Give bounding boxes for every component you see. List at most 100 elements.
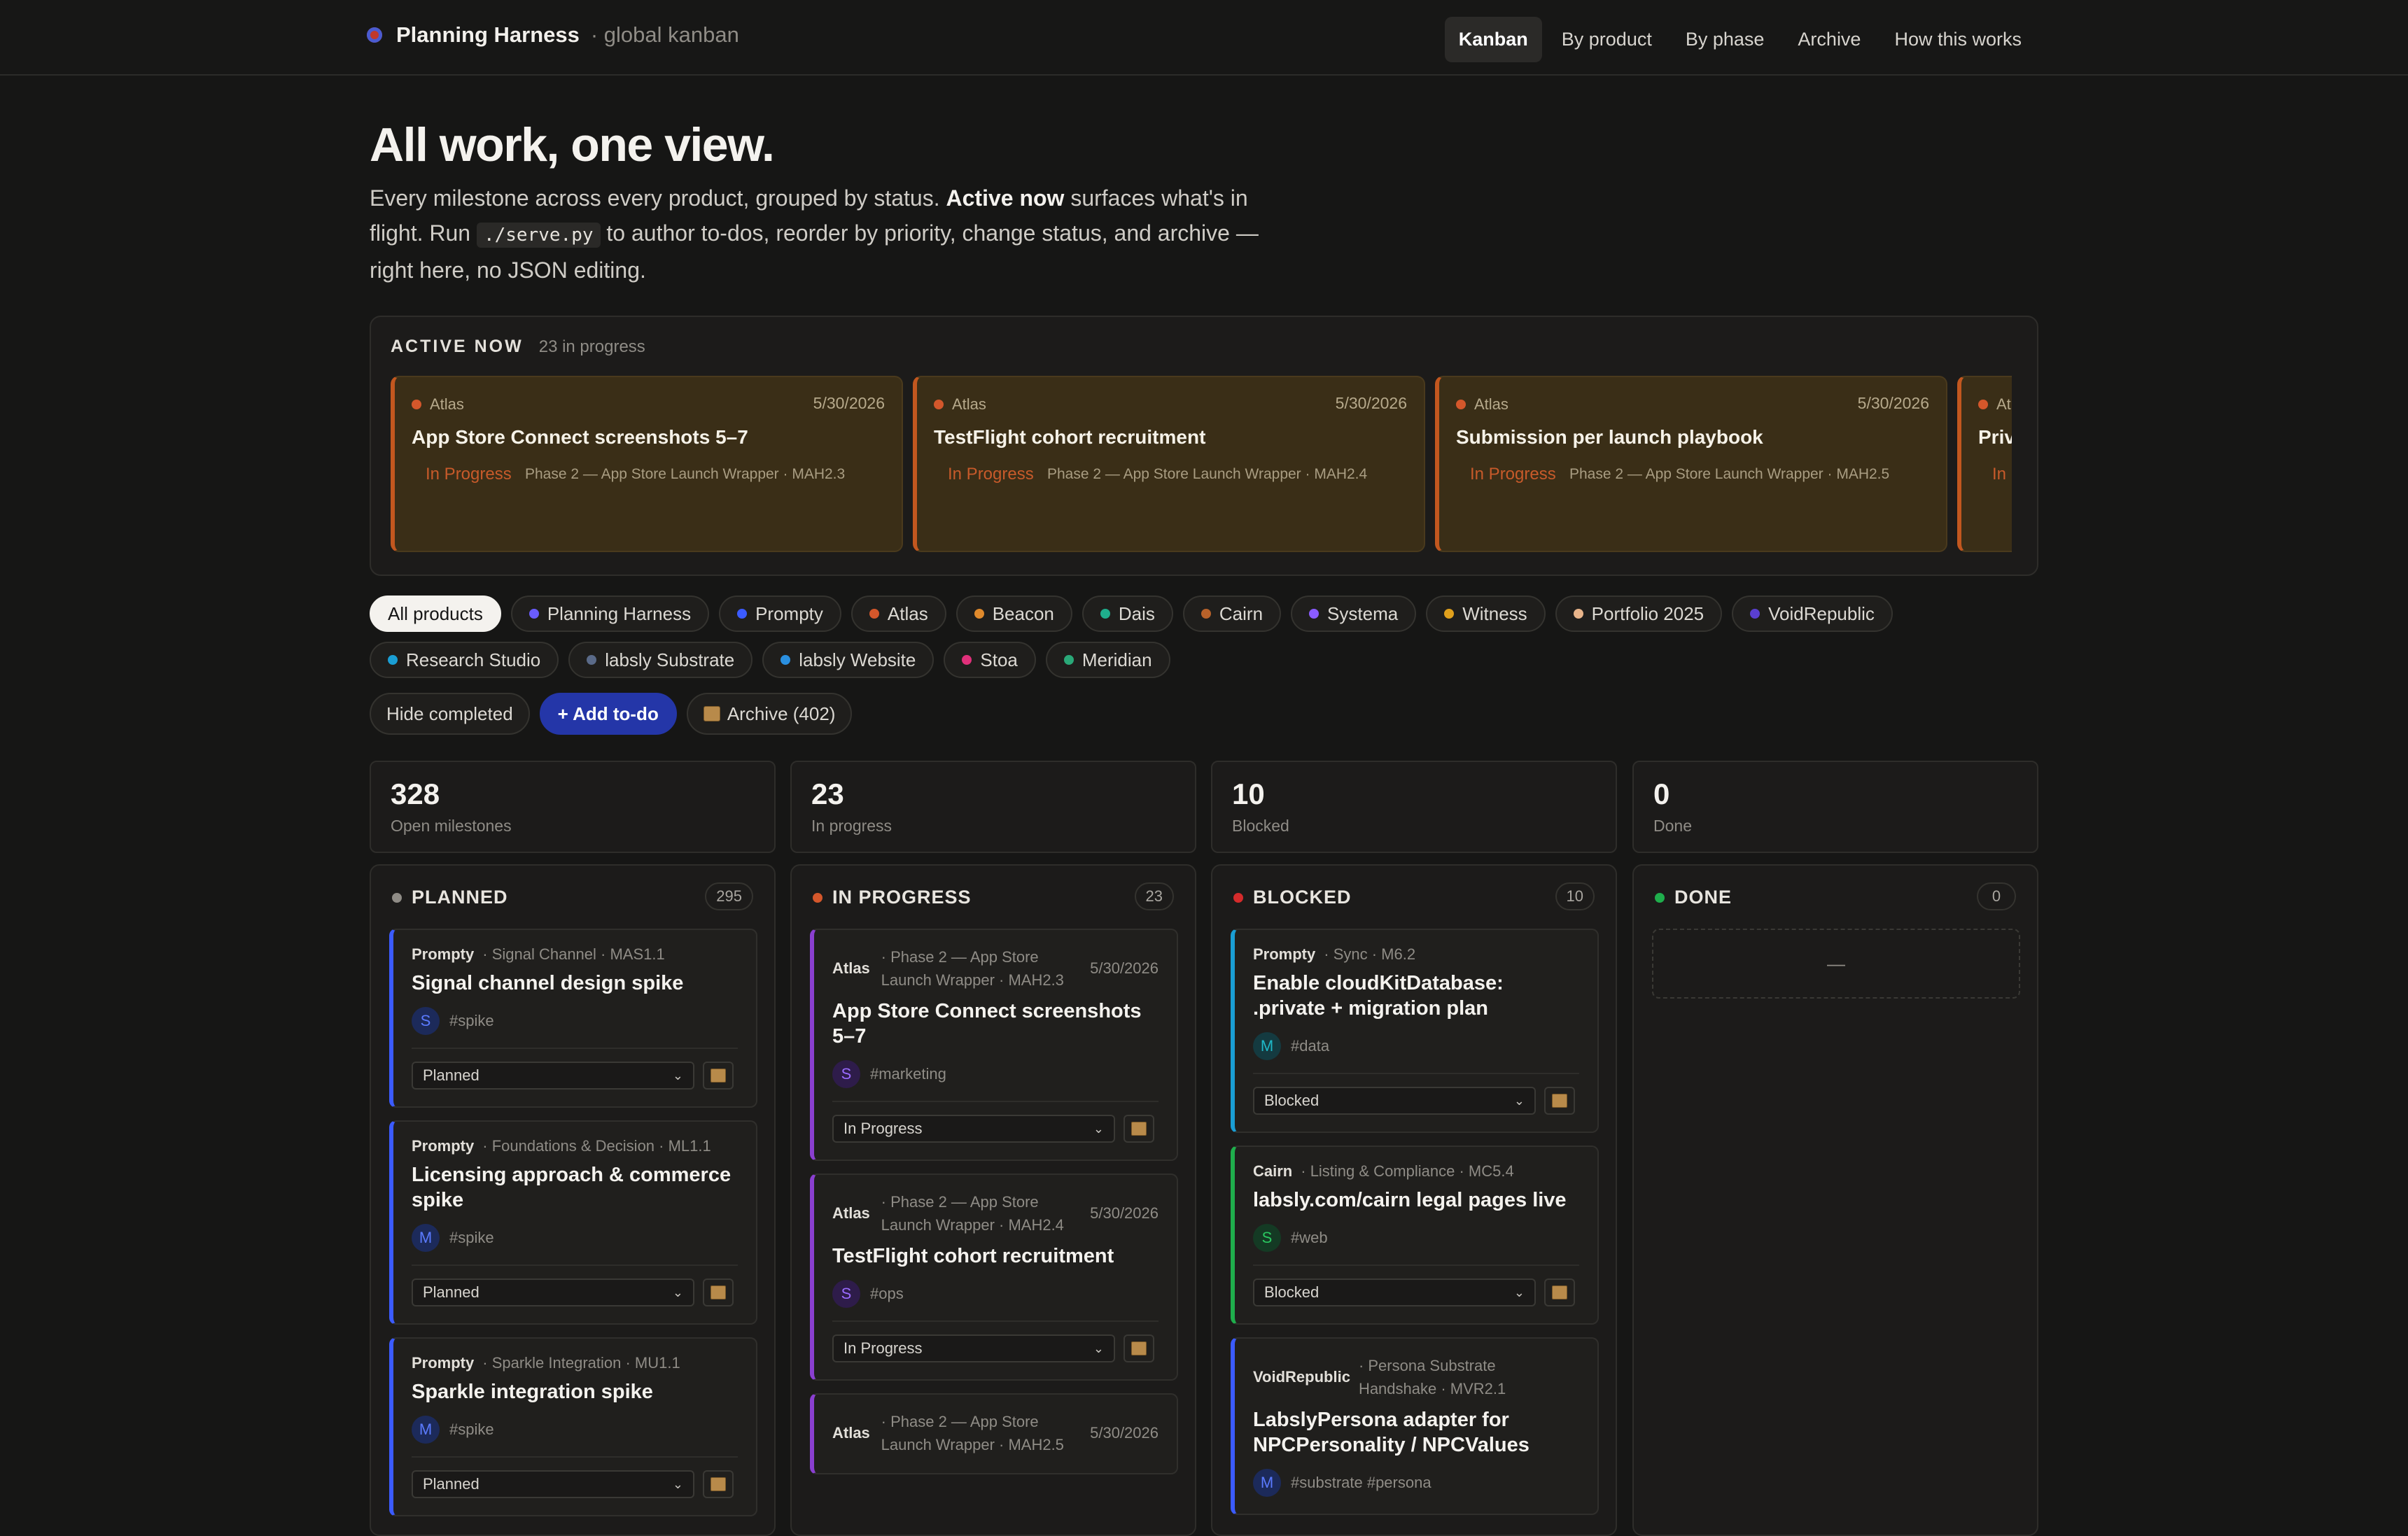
filter-pill-label: VoidRepublic (1768, 603, 1875, 624)
nav-how-this-works[interactable]: How this works (1880, 17, 2036, 62)
status-select[interactable]: In Progress ⌄ (832, 1115, 1115, 1143)
nav-by-phase[interactable]: By phase (1672, 17, 1779, 62)
filter-pill-label: Planning Harness (547, 603, 692, 624)
archive-box-icon (710, 1285, 726, 1299)
filter-pill[interactable]: Planning Harness (510, 596, 710, 632)
filter-pill[interactable]: labsly Website (762, 642, 934, 678)
card-title: Signal channel design spike (412, 972, 684, 994)
archive-card-button[interactable] (1124, 1334, 1154, 1362)
active-card-date: 5/30/2026 (813, 394, 885, 412)
filter-pill[interactable]: Prompty (719, 596, 841, 632)
active-card[interactable]: Atlas 5/30/2026 Submission per launch pl… (1435, 376, 1947, 552)
archive-card-button[interactable] (1124, 1115, 1154, 1143)
filter-pill[interactable]: Systema (1291, 596, 1417, 632)
filter-pill[interactable]: All products (370, 596, 501, 632)
active-card[interactable]: Atlas Privacy In Progress (1957, 376, 2012, 552)
status-select-value: Blocked (1264, 1283, 1320, 1301)
status-select[interactable]: Planned ⌄ (412, 1470, 694, 1498)
product-dot-icon (974, 609, 984, 619)
hide-completed-button[interactable]: Hide completed (370, 693, 530, 735)
filter-pill-label: Portfolio 2025 (1591, 603, 1704, 624)
milestone-card[interactable]: VoidRepublic · Persona Substrate Handshak… (1231, 1337, 1599, 1515)
status-select-value: Planned (423, 1475, 479, 1493)
card-meta: · Sync · M6.2 (1324, 945, 1416, 963)
milestone-card[interactable]: Atlas · Phase 2 — App Store Launch Wrappe… (810, 929, 1178, 1161)
stat-label: Blocked (1232, 817, 1289, 835)
filter-pill[interactable]: Research Studio (370, 642, 559, 678)
brand[interactable]: Planning Harness · global kanban (367, 22, 739, 48)
product-dot-icon (780, 655, 791, 665)
card-product: Prompty (1253, 945, 1316, 963)
filter-pill[interactable]: Beacon (955, 596, 1072, 632)
archive-button[interactable]: Archive (402) (686, 693, 853, 735)
brand-subtitle: · global kanban (590, 22, 739, 47)
nav-kanban[interactable]: Kanban (1444, 17, 1542, 62)
active-card-product: Atlas (1996, 395, 2012, 413)
archive-box-icon (703, 706, 720, 721)
product-dot-icon (869, 609, 879, 619)
status-select[interactable]: Blocked ⌄ (1253, 1278, 1536, 1306)
product-dot-icon (388, 655, 398, 665)
active-card[interactable]: Atlas 5/30/2026 App Store Connect screen… (391, 376, 903, 552)
filter-pill-label: Dais (1118, 603, 1155, 624)
status-select[interactable]: Planned ⌄ (412, 1278, 694, 1306)
column-count: 0 (1977, 882, 2016, 910)
product-dot-icon (934, 400, 944, 409)
column-count: 295 (705, 882, 753, 910)
filter-pill[interactable]: Stoa (944, 642, 1036, 678)
active-card-date: 5/30/2026 (1857, 394, 1929, 412)
card-title: Enable cloudKitDatabase: .private + migr… (1253, 972, 1504, 1020)
archive-card-button[interactable] (703, 1470, 734, 1498)
milestone-card[interactable]: Cairn · Listing & Compliance · MC5.4 labs… (1231, 1146, 1599, 1325)
filter-pill-label: Stoa (980, 649, 1018, 670)
filter-pill-label: Systema (1327, 603, 1399, 624)
archive-button-label: Archive (402) (727, 703, 836, 724)
milestone-card[interactable]: Atlas · Phase 2 — App Store Launch Wrappe… (810, 1393, 1178, 1474)
column-title: BLOCKED (1253, 887, 1352, 908)
stat-number: 23 (811, 777, 844, 810)
milestone-card[interactable]: Prompty · Foundations & Decision · ML1.1 … (389, 1120, 757, 1325)
milestone-card[interactable]: Atlas · Phase 2 — App Store Launch Wrappe… (810, 1174, 1178, 1381)
archive-card-button[interactable] (1544, 1087, 1575, 1115)
active-card-title: Submission per launch playbook (1456, 426, 1763, 448)
archive-box-icon (710, 1477, 726, 1491)
milestone-card[interactable]: Prompty · Sparkle Integration · MU1.1 Spa… (389, 1337, 757, 1516)
nav-by-product[interactable]: By product (1548, 17, 1666, 62)
nav-archive[interactable]: Archive (1784, 17, 1875, 62)
card-tags: #substrate #persona (1291, 1474, 1432, 1491)
active-card-title: TestFlight cohort recruitment (934, 426, 1206, 448)
archive-card-button[interactable] (703, 1278, 734, 1306)
filter-pill[interactable]: Portfolio 2025 (1555, 596, 1723, 632)
status-dot-icon (392, 892, 402, 903)
active-card-title: App Store Connect screenshots 5–7 (412, 426, 748, 448)
filter-pill[interactable]: Meridian (1045, 642, 1170, 678)
active-now-track[interactable]: Atlas 5/30/2026 App Store Connect screen… (391, 376, 2012, 555)
product-filter-bar: All products Planning Harness Prompty Atlas… (370, 596, 2043, 678)
card-meta: · Sparkle Integration · MU1.1 (482, 1354, 680, 1372)
active-card-date: 5/30/2026 (1335, 394, 1407, 412)
product-dot-icon (737, 609, 748, 619)
filter-pill[interactable]: VoidRepublic (1732, 596, 1893, 632)
archive-card-button[interactable] (1544, 1278, 1575, 1306)
archive-card-button[interactable] (703, 1062, 734, 1090)
brand-logo-icon (367, 27, 382, 43)
filter-pill-label: Atlas (887, 603, 928, 624)
status-select[interactable]: Planned ⌄ (412, 1062, 694, 1090)
active-card-status: In Progress (1992, 465, 2012, 484)
filter-pill[interactable]: Witness (1426, 596, 1546, 632)
filter-pill[interactable]: Atlas (850, 596, 946, 632)
status-select[interactable]: In Progress ⌄ (832, 1334, 1115, 1362)
active-card[interactable]: Atlas 5/30/2026 TestFlight cohort recrui… (913, 376, 1425, 552)
filter-pill-label: Research Studio (406, 649, 541, 670)
archive-box-icon (1131, 1122, 1147, 1136)
add-todo-button[interactable]: + Add to-do (539, 693, 677, 735)
milestone-card[interactable]: Prompty · Signal Channel · MAS1.1 Signal … (389, 929, 757, 1108)
filter-pill[interactable]: labsly Substrate (568, 642, 753, 678)
filter-pill[interactable]: Cairn (1182, 596, 1282, 632)
status-select[interactable]: Blocked ⌄ (1253, 1087, 1536, 1115)
active-card-product: Atlas (430, 395, 464, 413)
filter-pill[interactable]: Dais (1082, 596, 1173, 632)
card-date: 5/30/2026 (1090, 1424, 1158, 1442)
milestone-card[interactable]: Prompty · Sync · M6.2 Enable cloudKitData… (1231, 929, 1599, 1133)
card-tags: #ops (870, 1285, 904, 1302)
